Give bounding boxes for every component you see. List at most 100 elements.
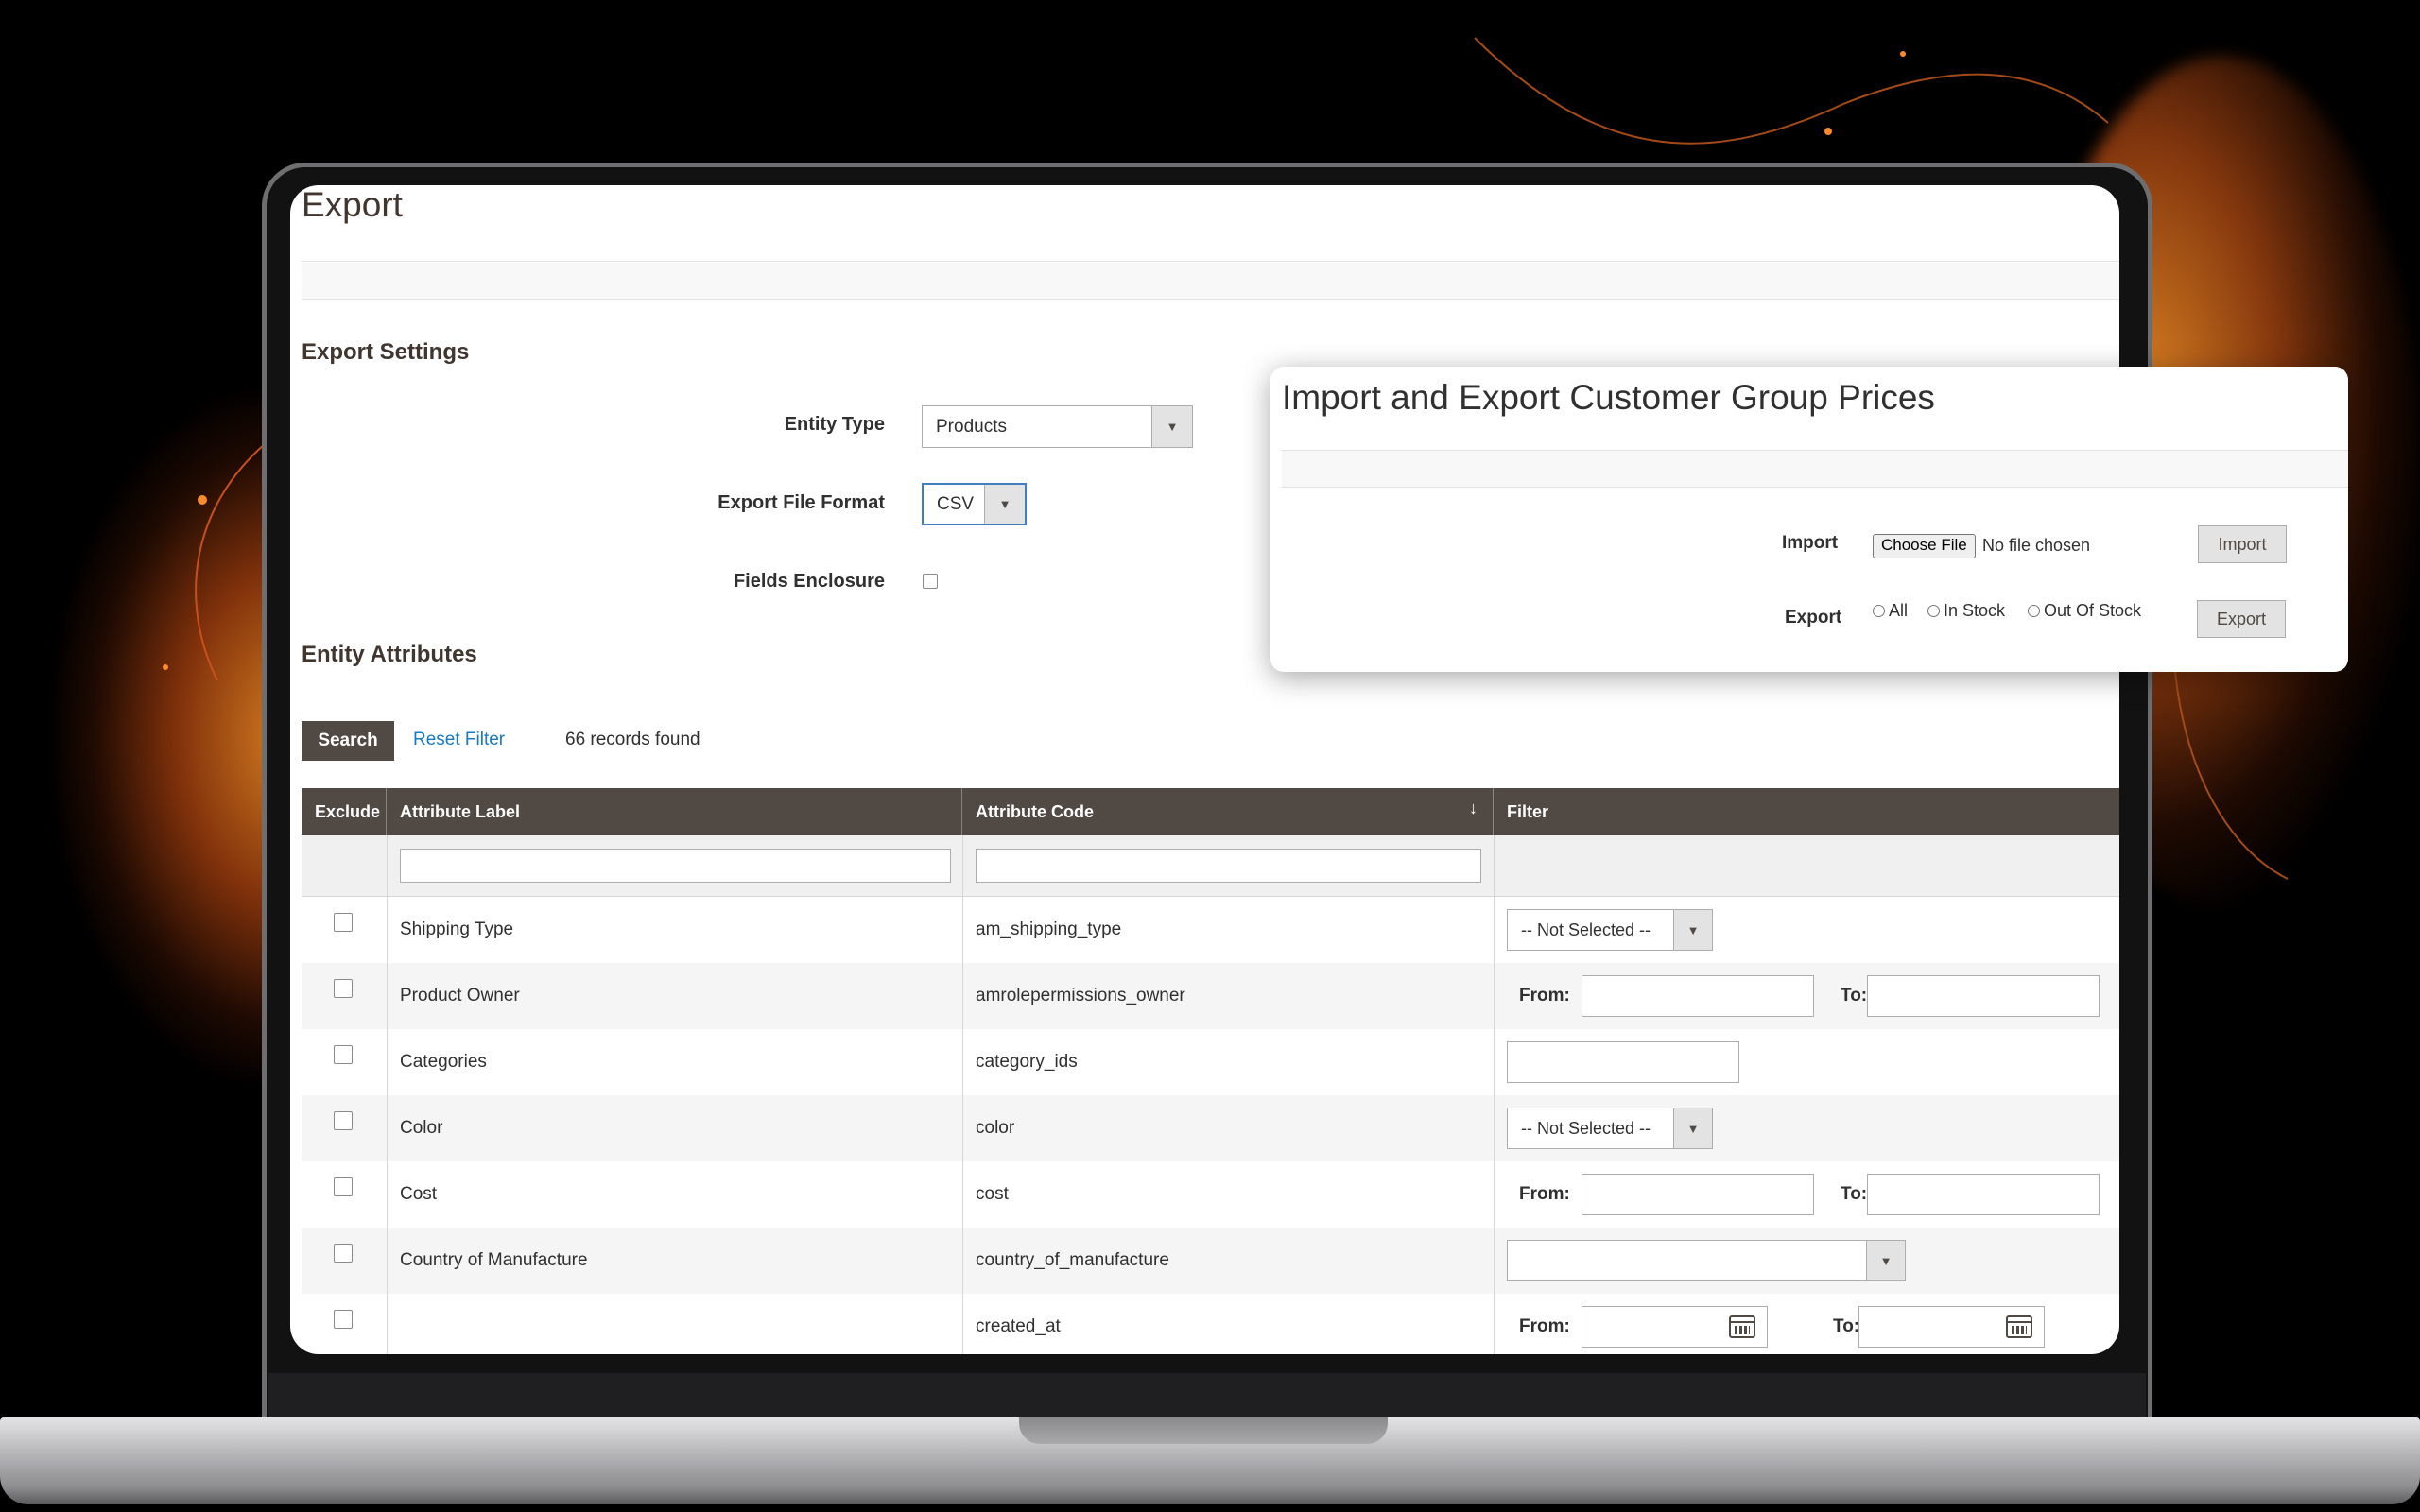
page-actions-bar (302, 263, 2119, 300)
screen: Export Export Settings Entity Type Produ… (290, 185, 2119, 1354)
attribute-label-cell: Shipping Type (400, 919, 514, 939)
column-exclude[interactable]: Exclude (302, 788, 387, 835)
attribute-label-cell: Cost (400, 1184, 438, 1204)
to-input[interactable] (1867, 975, 2100, 1017)
to-input[interactable] (1867, 1174, 2100, 1215)
attribute-label-cell: Categories (400, 1052, 487, 1072)
date-from-input[interactable] (1582, 1306, 1768, 1348)
chevron-down-icon: ▼ (1151, 406, 1192, 447)
shipping-type-filter-select[interactable]: -- Not Selected -- ▼ (1507, 909, 1713, 951)
exclude-checkbox[interactable] (334, 1244, 353, 1263)
exclude-checkbox[interactable] (334, 1310, 353, 1329)
from-label: From: (1519, 986, 1570, 1005)
attribute-label-cell: Color (400, 1118, 443, 1138)
card-actions-bar (1282, 451, 2348, 488)
from-label: From: (1519, 1184, 1570, 1204)
chevron-down-icon: ▼ (1673, 1108, 1712, 1148)
column-filter[interactable]: Filter (1494, 788, 2119, 835)
fields-enclosure-label: Fields Enclosure (733, 571, 885, 592)
to-label: To: (1841, 1184, 1868, 1204)
chevron-down-icon: ▼ (1866, 1241, 1905, 1280)
attribute-code-cell: country_of_manufacture (976, 1250, 1169, 1270)
exclude-checkbox[interactable] (334, 979, 353, 998)
filter-select-value: -- Not Selected -- (1521, 919, 1651, 939)
entity-type-label: Entity Type (784, 414, 885, 435)
table-row: Shipping Type am_shipping_type -- Not Se… (302, 897, 2119, 963)
title-divider (302, 261, 2119, 262)
attribute-label-cell: Country of Manufacture (400, 1250, 588, 1270)
table-row: Categories category_ids (302, 1029, 2119, 1095)
chevron-down-icon: ▼ (1673, 910, 1712, 950)
table-row: Cost cost From: To: (302, 1161, 2119, 1228)
date-to-input[interactable] (1858, 1306, 2045, 1348)
attribute-code-cell: amrolepermissions_owner (976, 986, 1185, 1005)
radio-out-of-stock-label: Out Of Stock (2044, 601, 2142, 620)
export-button[interactable]: Export (2197, 600, 2286, 638)
sort-arrow-icon: ↓ (1469, 799, 1478, 817)
categories-filter-input[interactable] (1507, 1041, 1739, 1083)
exclude-checkbox[interactable] (334, 1045, 353, 1064)
from-input[interactable] (1582, 975, 1814, 1017)
records-count: 66 records found (565, 730, 700, 749)
attribute-code-filter-input[interactable] (976, 849, 1481, 883)
grid-header: Exclude Attribute Label Attribute Code ↓… (302, 788, 2119, 835)
exclude-checkbox[interactable] (334, 913, 353, 932)
calendar-icon[interactable] (1729, 1315, 1755, 1338)
column-divider (962, 835, 963, 1354)
exclude-checkbox[interactable] (334, 1177, 353, 1196)
color-filter-select[interactable]: -- Not Selected -- ▼ (1507, 1108, 1713, 1149)
grid-filter-row (302, 835, 2119, 897)
card-title: Import and Export Customer Group Prices (1282, 378, 1935, 417)
from-label: From: (1519, 1316, 1570, 1336)
no-file-text: No file chosen (1982, 536, 2091, 555)
from-input[interactable] (1582, 1174, 1814, 1215)
customer-group-prices-card: Import and Export Customer Group Prices … (1270, 367, 2348, 672)
filter-select-value: -- Not Selected -- (1521, 1118, 1651, 1138)
attribute-code-cell: created_at (976, 1316, 1061, 1336)
laptop-chin (268, 1373, 2146, 1418)
column-attribute-code[interactable]: Attribute Code ↓ (962, 788, 1494, 835)
file-format-label: Export File Format (717, 492, 885, 513)
import-label: Import (1782, 533, 1839, 553)
radio-out-of-stock[interactable] (2028, 605, 2040, 617)
to-label: To: (1833, 1316, 1860, 1336)
entity-type-value: Products (936, 416, 1007, 437)
country-filter-select[interactable]: ▼ (1507, 1240, 1906, 1281)
chevron-down-icon: ▼ (984, 485, 1025, 524)
radio-in-stock-label: In Stock (1944, 601, 2006, 620)
table-row: Country of Manufacture country_of_manufa… (302, 1228, 2119, 1294)
attribute-code-cell: category_ids (976, 1052, 1078, 1072)
attribute-label-filter-input[interactable] (400, 849, 951, 883)
column-attribute-code-label: Attribute Code (976, 802, 1094, 821)
to-label: To: (1841, 986, 1868, 1005)
table-row: Product Owner amrolepermissions_owner Fr… (302, 963, 2119, 1029)
file-format-select[interactable]: CSV ▼ (922, 483, 1027, 525)
choose-file-button[interactable]: Choose File (1873, 534, 1976, 558)
column-attribute-label[interactable]: Attribute Label (387, 788, 962, 835)
page-title: Export (302, 185, 403, 224)
attribute-label-cell: Product Owner (400, 986, 520, 1005)
table-row: Color color -- Not Selected -- ▼ (302, 1095, 2119, 1161)
search-button[interactable]: Search (302, 721, 394, 761)
export-label: Export (1785, 608, 1842, 627)
entity-attributes-title: Entity Attributes (302, 642, 477, 667)
reset-filter-link[interactable]: Reset Filter (413, 730, 505, 750)
table-row: created_at From: To: (302, 1294, 2119, 1354)
attribute-code-cell: cost (976, 1184, 1009, 1204)
radio-all-label: All (1889, 601, 1909, 620)
radio-in-stock[interactable] (1927, 605, 1940, 617)
import-button[interactable]: Import (2198, 525, 2287, 563)
column-divider (387, 835, 388, 1354)
attribute-label-cell (387, 1294, 400, 1354)
file-format-value: CSV (937, 493, 975, 514)
attribute-code-cell: color (976, 1118, 1015, 1138)
attribute-code-cell: am_shipping_type (976, 919, 1122, 939)
radio-all[interactable] (1873, 605, 1885, 617)
laptop-notch (1019, 1418, 1388, 1444)
column-divider (1494, 835, 1495, 1354)
fields-enclosure-checkbox[interactable] (923, 574, 938, 589)
calendar-icon[interactable] (2006, 1315, 2032, 1338)
export-settings-title: Export Settings (302, 339, 470, 365)
entity-type-select[interactable]: Products ▼ (922, 405, 1193, 448)
exclude-checkbox[interactable] (334, 1111, 353, 1130)
